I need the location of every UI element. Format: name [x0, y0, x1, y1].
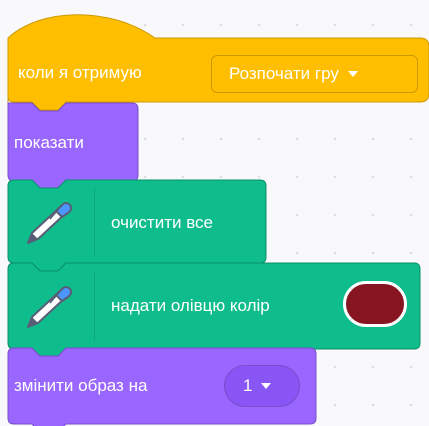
- costume-dropdown-value: 1: [243, 376, 253, 395]
- set-pen-color-label: надати олівцю колір: [111, 296, 270, 315]
- clear-all-block[interactable]: очистити все: [0, 179, 268, 272]
- clear-all-label: очистити все: [111, 213, 214, 232]
- chevron-down-icon: [347, 71, 358, 77]
- message-dropdown[interactable]: Розпочати гру: [211, 55, 418, 93]
- icon-separator: [94, 271, 95, 341]
- switch-costume-label: змінити образ на: [14, 376, 148, 395]
- when-i-receive-label: коли я отримую: [18, 63, 142, 82]
- costume-dropdown[interactable]: 1: [224, 365, 300, 407]
- message-dropdown-value: Розпочати гру: [229, 64, 339, 83]
- chevron-down-icon: [261, 383, 272, 389]
- show-label: показати: [14, 133, 84, 152]
- set-pen-color-block[interactable]: надати олівцю колір: [0, 262, 422, 358]
- icon-separator: [94, 188, 95, 255]
- when-i-receive-hat-block[interactable]: коли я отримую Розпочати гру: [0, 0, 429, 111]
- show-block[interactable]: показати: [0, 102, 140, 190]
- switch-costume-block[interactable]: змінити образ на 1: [0, 347, 318, 426]
- color-swatch[interactable]: [343, 281, 407, 327]
- pen-icon: [20, 197, 76, 254]
- pen-icon: [20, 281, 76, 338]
